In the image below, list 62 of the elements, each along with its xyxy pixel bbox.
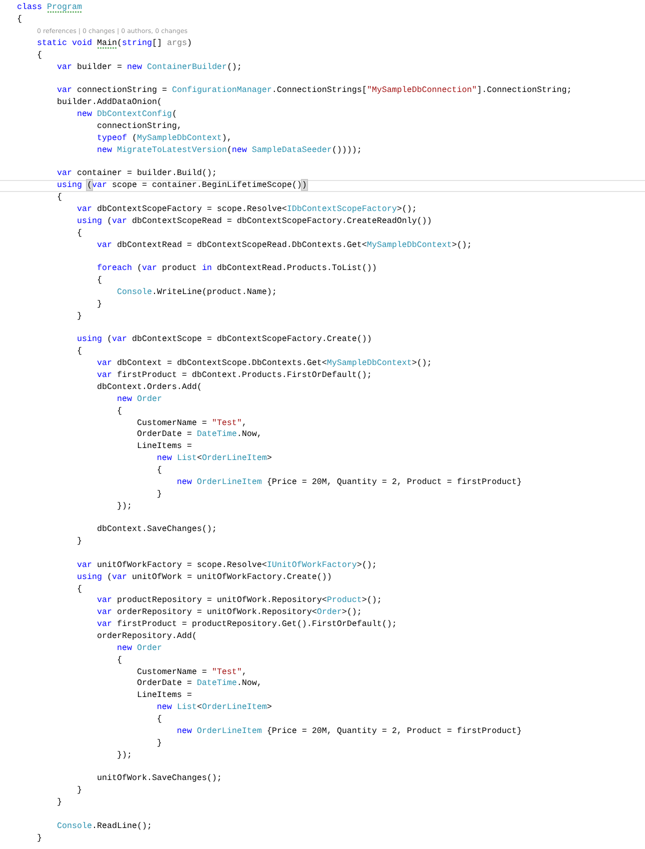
code-line: var orderRepository = unitOfWork.Repository<Order>(); — [96, 607, 362, 618]
code-line: { — [76, 228, 82, 239]
code-line: var builder = new ContainerBuilder(); — [56, 62, 242, 73]
code-line: var productRepository = unitOfWork.Repository<Product>(); — [96, 595, 382, 606]
code-line: var firstProduct = dbContext.Products.FirstOrDefault(); — [96, 370, 372, 382]
code-line: new List<OrderLineItem> — [156, 702, 272, 714]
code-line: var dbContextRead = dbContextScopeRead.DbContexts.Get<MySampleDbContext>(); — [96, 240, 472, 251]
code-line: new List<OrderLineItem> — [156, 453, 272, 464]
code-line: new Order — [116, 642, 162, 654]
code-line: var firstProduct = productRepository.Get().FirstOrDefault(); — [96, 619, 397, 630]
code-line: using (var dbContextScopeRead = dbContextScopeFactory.CreateReadOnly()) — [76, 216, 432, 227]
code-line: } — [156, 738, 162, 749]
code-line: } — [76, 536, 82, 548]
code-line: } — [36, 832, 42, 844]
code-line: LineItems = — [136, 690, 192, 702]
code-line: { — [76, 584, 82, 595]
code-line: unitOfWork.SaveChanges(); — [96, 773, 222, 784]
code-line: } — [76, 785, 82, 796]
code-line: var connectionString = ConfigurationManager.ConnectionStrings["MySampleDbConnection"].ConnectionString; — [56, 85, 572, 96]
code-line: Console.ReadLine(); — [56, 820, 152, 832]
code-line: connectionString, — [96, 121, 182, 132]
code-line: var dbContextScopeFactory = scope.Resolve<IDbContextScopeFactory>(); — [76, 204, 417, 216]
code-line: } — [156, 488, 162, 500]
code-line: { — [156, 464, 162, 476]
code-line: } — [76, 310, 82, 322]
code-line: { — [156, 714, 162, 725]
code-line: new OrderLineItem {Price = 20M, Quantity = 2, Product = firstProduct} — [176, 726, 522, 737]
code-line: var container = builder.Build(); — [56, 168, 217, 180]
code-line: using (var unitOfWork = unitOfWorkFactory.Create()) — [76, 572, 332, 583]
code-line: orderRepository.Add( — [96, 630, 197, 642]
code-line: { — [116, 406, 122, 417]
code-line: LineItems = — [136, 441, 192, 452]
code-line: dbContext.SaveChanges(); — [96, 524, 217, 536]
code-line: CustomerName = "Test", — [136, 418, 247, 428]
code-line: foreach (var product in dbContextRead.Products.ToList()) — [96, 263, 377, 274]
code-line: new Order — [116, 394, 162, 405]
code-line: { — [96, 275, 102, 286]
code-line: { — [56, 192, 62, 204]
code-line: { — [76, 346, 82, 358]
code-line: OrderDate = DateTime.Now, — [136, 429, 262, 440]
code-line: CustomerName = "Test", — [136, 666, 247, 678]
code-line: new OrderLineItem {Price = 20M, Quantity = 2, Product = firstProduct} — [176, 476, 522, 488]
code-line: static void Main(string[] args) — [36, 38, 192, 49]
code-line: Console.WriteLine(product.Name); — [116, 287, 277, 298]
code-line: OrderDate = DateTime.Now, — [136, 678, 262, 690]
code-line: typeof (MySampleDbContext), — [96, 132, 232, 144]
code-line: using (var dbContextScope = dbContextScopeFactory.Create()) — [76, 334, 372, 346]
code-line: new DbContextConfig( — [76, 109, 177, 120]
code-line: } — [56, 797, 62, 808]
code-line: var unitOfWorkFactory = scope.Resolve<IUnitOfWorkFactory>(); — [76, 560, 377, 571]
code-line: new MigrateToLatestVersion(new SampleDataSeeder()))); — [96, 144, 362, 156]
code-line: { — [17, 14, 22, 26]
code-line: }); — [116, 750, 132, 761]
code-line: }); — [116, 500, 132, 512]
code-line: var dbContext = dbContextScope.DbContexts.Get<MySampleDbContext>(); — [96, 358, 432, 370]
code-line: { — [36, 50, 42, 61]
code-line: using (var scope = container.BeginLifetimeScope()) — [56, 180, 307, 192]
code-line: } — [96, 298, 102, 310]
code-line: builder.AddDataOnion( — [56, 97, 162, 108]
code-line: dbContext.Orders.Add( — [96, 382, 202, 393]
code-line: { — [116, 654, 122, 666]
code-line: class Program — [17, 2, 82, 14]
